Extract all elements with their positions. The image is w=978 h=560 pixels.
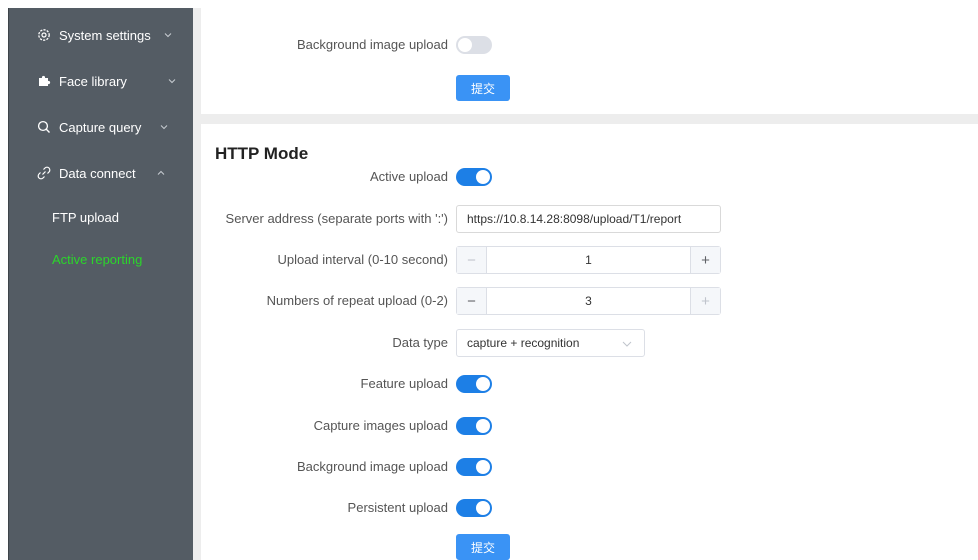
capture-images-upload-toggle[interactable] bbox=[456, 417, 492, 435]
chevron-up-icon bbox=[156, 168, 166, 178]
chevron-down-icon bbox=[159, 122, 169, 132]
form-label: Upload interval (0-10 second) bbox=[277, 252, 448, 267]
repeat-upload-stepper: − 3 + bbox=[456, 287, 721, 315]
upload-interval-value[interactable]: 1 bbox=[487, 247, 690, 273]
background-image-upload-toggle[interactable] bbox=[456, 458, 492, 476]
sidebar-item-label: System settings bbox=[59, 27, 151, 43]
submit-button[interactable]: 提交 bbox=[456, 534, 510, 560]
form-row-repeat-upload: Numbers of repeat upload (0-2) − 3 + bbox=[201, 284, 978, 318]
increment-button[interactable]: + bbox=[690, 288, 720, 314]
form-label: Feature upload bbox=[360, 376, 448, 391]
sidebar-subitem-ftp-upload[interactable]: FTP upload bbox=[9, 196, 194, 238]
chevron-down-icon bbox=[167, 76, 177, 86]
increment-button[interactable]: + bbox=[690, 247, 720, 273]
form-label: Background image upload bbox=[296, 459, 448, 474]
sidebar-subitem-active-reporting[interactable]: Active reporting bbox=[9, 238, 194, 280]
form-row-feature-upload: Feature upload bbox=[201, 367, 978, 401]
form-row-upload-interval: Upload interval (0-10 second) − 1 + bbox=[201, 243, 978, 277]
link-icon bbox=[37, 166, 51, 180]
chevron-down-icon bbox=[163, 30, 173, 40]
window-top-edge bbox=[0, 0, 978, 8]
http-mode-panel: HTTP Mode Active upload Server address (… bbox=[201, 124, 978, 560]
form-row-background-upload-top: Background image upload bbox=[201, 28, 978, 62]
sidebar-item-label: Data connect bbox=[59, 165, 136, 181]
feature-upload-toggle[interactable] bbox=[456, 375, 492, 393]
form-label: Persistent upload bbox=[347, 500, 448, 515]
form-label: Active upload bbox=[369, 169, 448, 184]
data-type-value: capture + recognition bbox=[467, 336, 580, 350]
form-label: Server address (separate ports with ':') bbox=[225, 211, 448, 226]
chevron-down-icon bbox=[622, 336, 632, 350]
server-address-input[interactable]: https://10.8.14.28:8098/upload/T1/report bbox=[456, 205, 721, 233]
form-row-active-upload: Active upload bbox=[201, 160, 978, 194]
form-row-data-type: Data type capture + recognition bbox=[201, 326, 978, 360]
form-row-submit: 提交 bbox=[201, 534, 978, 560]
form-row-server-address: Server address (separate ports with ':')… bbox=[201, 202, 978, 236]
repeat-upload-value[interactable]: 3 bbox=[487, 288, 690, 314]
sidebar-item-system-settings[interactable]: System settings bbox=[9, 12, 194, 58]
form-row-capture-upload: Capture images upload bbox=[201, 409, 978, 443]
sidebar-item-face-library[interactable]: Face library bbox=[9, 58, 194, 104]
decrement-button[interactable]: − bbox=[457, 288, 487, 314]
ftp-panel: Background image upload 提交 bbox=[201, 8, 978, 114]
upload-interval-stepper: − 1 + bbox=[456, 246, 721, 274]
form-label: Capture images upload bbox=[313, 418, 448, 433]
data-type-select[interactable]: capture + recognition bbox=[456, 329, 645, 357]
submit-button[interactable]: 提交 bbox=[456, 75, 510, 101]
active-upload-toggle[interactable] bbox=[456, 168, 492, 186]
sidebar-item-data-connect[interactable]: Data connect bbox=[9, 150, 194, 196]
background-upload-toggle[interactable] bbox=[456, 36, 492, 54]
persistent-upload-toggle[interactable] bbox=[456, 499, 492, 517]
form-label: Background image upload bbox=[296, 37, 448, 52]
search-icon bbox=[37, 120, 51, 134]
sidebar-item-capture-query[interactable]: Capture query bbox=[9, 104, 194, 150]
sidebar-item-label: Capture query bbox=[59, 119, 142, 135]
form-label: Numbers of repeat upload (0-2) bbox=[266, 293, 448, 308]
gear-icon bbox=[37, 28, 51, 42]
form-label: Data type bbox=[392, 335, 448, 350]
main-content: Background image upload 提交 HTTP Mode Act… bbox=[193, 8, 978, 560]
form-row-persistent-upload: Persistent upload bbox=[201, 491, 978, 525]
sidebar-item-label: Face library bbox=[59, 73, 127, 89]
window-left-edge bbox=[0, 0, 8, 560]
sidebar: System settings Face library Capture que… bbox=[8, 8, 193, 560]
form-row-background-upload: Background image upload bbox=[201, 450, 978, 484]
decrement-button[interactable]: − bbox=[457, 247, 487, 273]
form-row-submit-top: 提交 bbox=[201, 71, 978, 105]
puzzle-icon bbox=[37, 74, 51, 88]
